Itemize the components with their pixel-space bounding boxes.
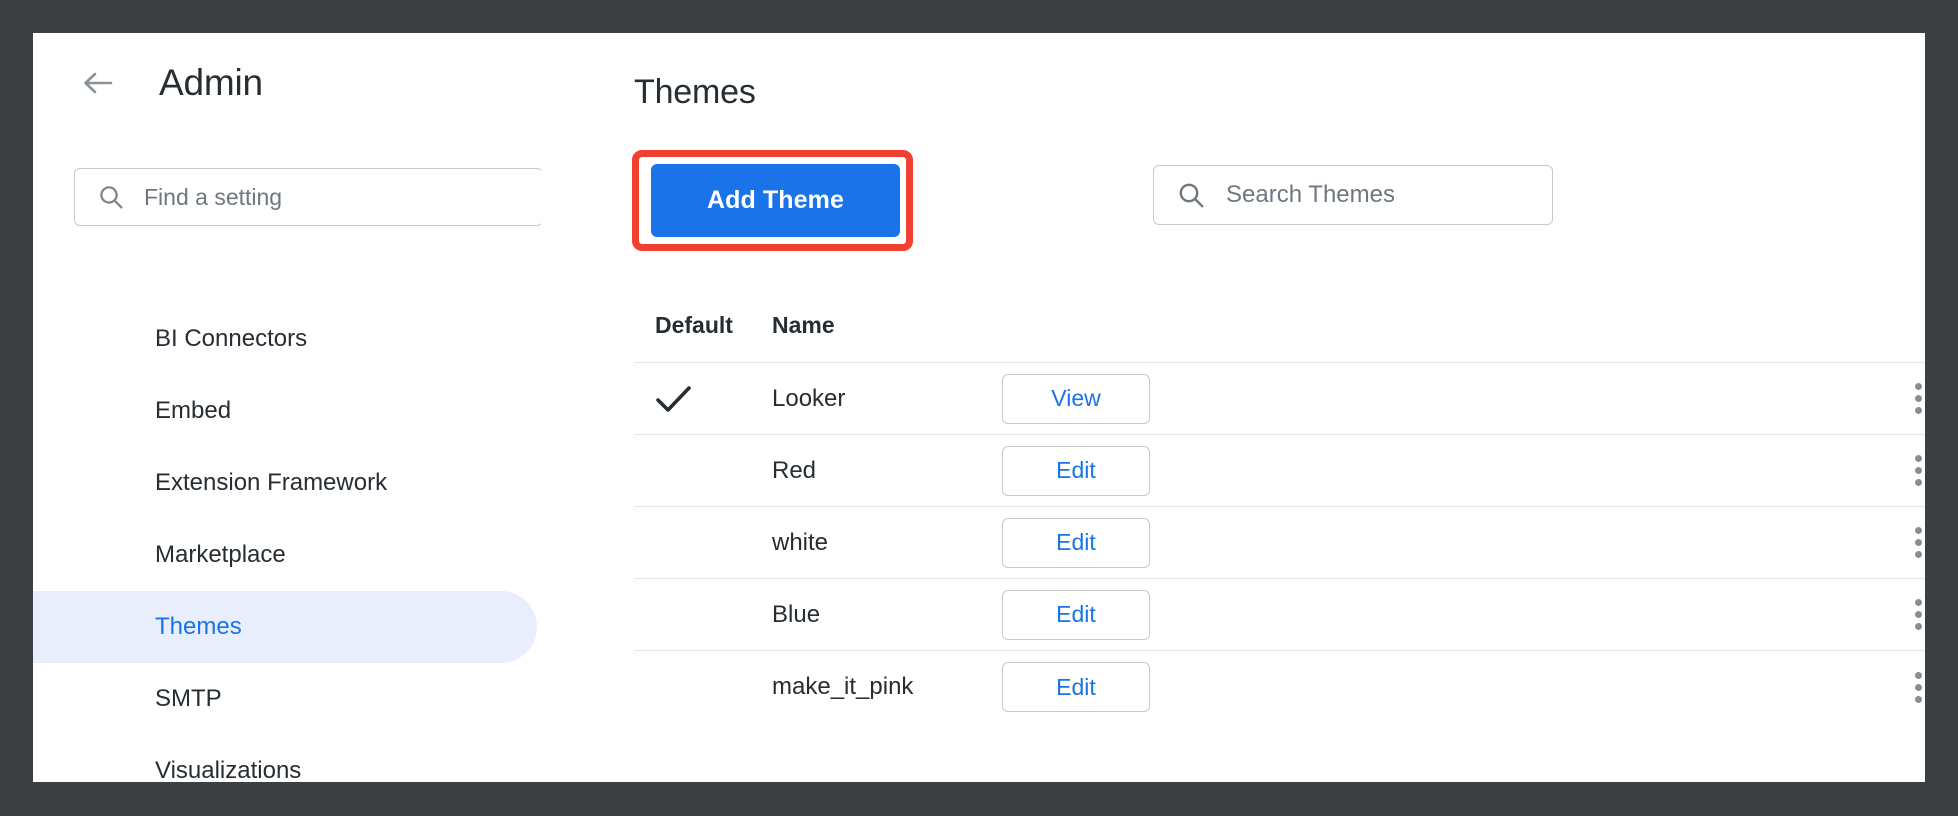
sidebar-item-label: Extension Framework xyxy=(155,469,387,497)
search-icon xyxy=(1177,181,1206,210)
theme-name: white xyxy=(772,529,1002,557)
column-header-default: Default xyxy=(634,312,772,339)
search-icon xyxy=(98,184,125,211)
theme-name: Blue xyxy=(772,601,1002,629)
search-themes-input[interactable] xyxy=(1226,166,1552,224)
action-cell: Edit xyxy=(1002,662,1242,712)
themes-table: Default Name Looker View xyxy=(541,288,1925,723)
theme-name: Red xyxy=(772,457,1002,485)
kebab-menu-icon[interactable] xyxy=(1878,597,1925,633)
action-cell: Edit xyxy=(1002,518,1242,568)
themes-main-panel: Themes Add Theme Default Name xyxy=(541,33,1925,782)
column-header-name: Name xyxy=(772,312,1002,339)
table-row: Red Edit xyxy=(634,435,1925,507)
view-theme-button[interactable]: View xyxy=(1002,374,1150,424)
back-arrow-icon[interactable] xyxy=(81,69,137,97)
sidebar-item-label: Marketplace xyxy=(155,541,286,569)
sidebar-item-themes[interactable]: Themes xyxy=(33,591,537,663)
table-row: make_it_pink Edit xyxy=(634,651,1925,723)
kebab-dots xyxy=(1915,597,1922,633)
sidebar-item-extension-framework[interactable]: Extension Framework xyxy=(33,447,537,519)
action-cell: View xyxy=(1002,374,1242,424)
table-row: white Edit xyxy=(634,507,1925,579)
edit-theme-button[interactable]: Edit xyxy=(1002,446,1150,496)
kebab-menu-icon[interactable] xyxy=(1878,381,1925,417)
table-header-row: Default Name xyxy=(634,288,1925,363)
kebab-menu-icon[interactable] xyxy=(1878,525,1925,561)
table-row: Blue Edit xyxy=(634,579,1925,651)
edit-theme-button[interactable]: Edit xyxy=(1002,590,1150,640)
edit-theme-button[interactable]: Edit xyxy=(1002,518,1150,568)
theme-name: Looker xyxy=(772,385,1002,413)
admin-sidebar-panel: Admin BI Connectors Embed Extension xyxy=(33,33,541,782)
kebab-dots xyxy=(1915,453,1922,489)
add-theme-button[interactable]: Add Theme xyxy=(651,164,900,237)
check-icon xyxy=(655,383,693,415)
admin-header: Admin xyxy=(33,51,263,115)
sidebar-item-label: BI Connectors xyxy=(155,325,307,353)
sidebar-item-embed[interactable]: Embed xyxy=(33,375,537,447)
sidebar-item-marketplace[interactable]: Marketplace xyxy=(33,519,537,591)
page-title-themes: Themes xyxy=(634,73,756,112)
default-cell xyxy=(634,383,772,415)
kebab-dots xyxy=(1915,525,1922,561)
find-setting-field[interactable] xyxy=(74,168,543,226)
kebab-dots xyxy=(1915,669,1922,705)
theme-name: make_it_pink xyxy=(772,673,1002,701)
sidebar-item-label: Visualizations xyxy=(155,757,301,782)
settings-scroll-area: BI Connectors Embed Extension Framework … xyxy=(33,321,541,782)
sidebar-item-smtp[interactable]: SMTP xyxy=(33,663,537,735)
find-setting-input[interactable] xyxy=(144,169,542,225)
sidebar-item-visualizations[interactable]: Visualizations xyxy=(33,735,537,782)
kebab-dots xyxy=(1915,381,1922,417)
sidebar-item-label: Themes xyxy=(155,613,242,641)
app-window: Admin BI Connectors Embed Extension xyxy=(33,33,1925,782)
action-cell: Edit xyxy=(1002,590,1242,640)
kebab-menu-icon[interactable] xyxy=(1878,453,1925,489)
sidebar-item-bi-connectors[interactable]: BI Connectors xyxy=(33,321,537,375)
kebab-menu-icon[interactable] xyxy=(1878,669,1925,705)
action-cell: Edit xyxy=(1002,446,1242,496)
edit-theme-button[interactable]: Edit xyxy=(1002,662,1150,712)
settings-list: BI Connectors Embed Extension Framework … xyxy=(33,321,541,782)
page-title-admin: Admin xyxy=(159,62,263,104)
sidebar-item-label: Embed xyxy=(155,397,231,425)
table-row: Looker View xyxy=(634,363,1925,435)
sidebar-item-label: SMTP xyxy=(155,685,222,713)
search-themes-field[interactable] xyxy=(1153,165,1553,225)
